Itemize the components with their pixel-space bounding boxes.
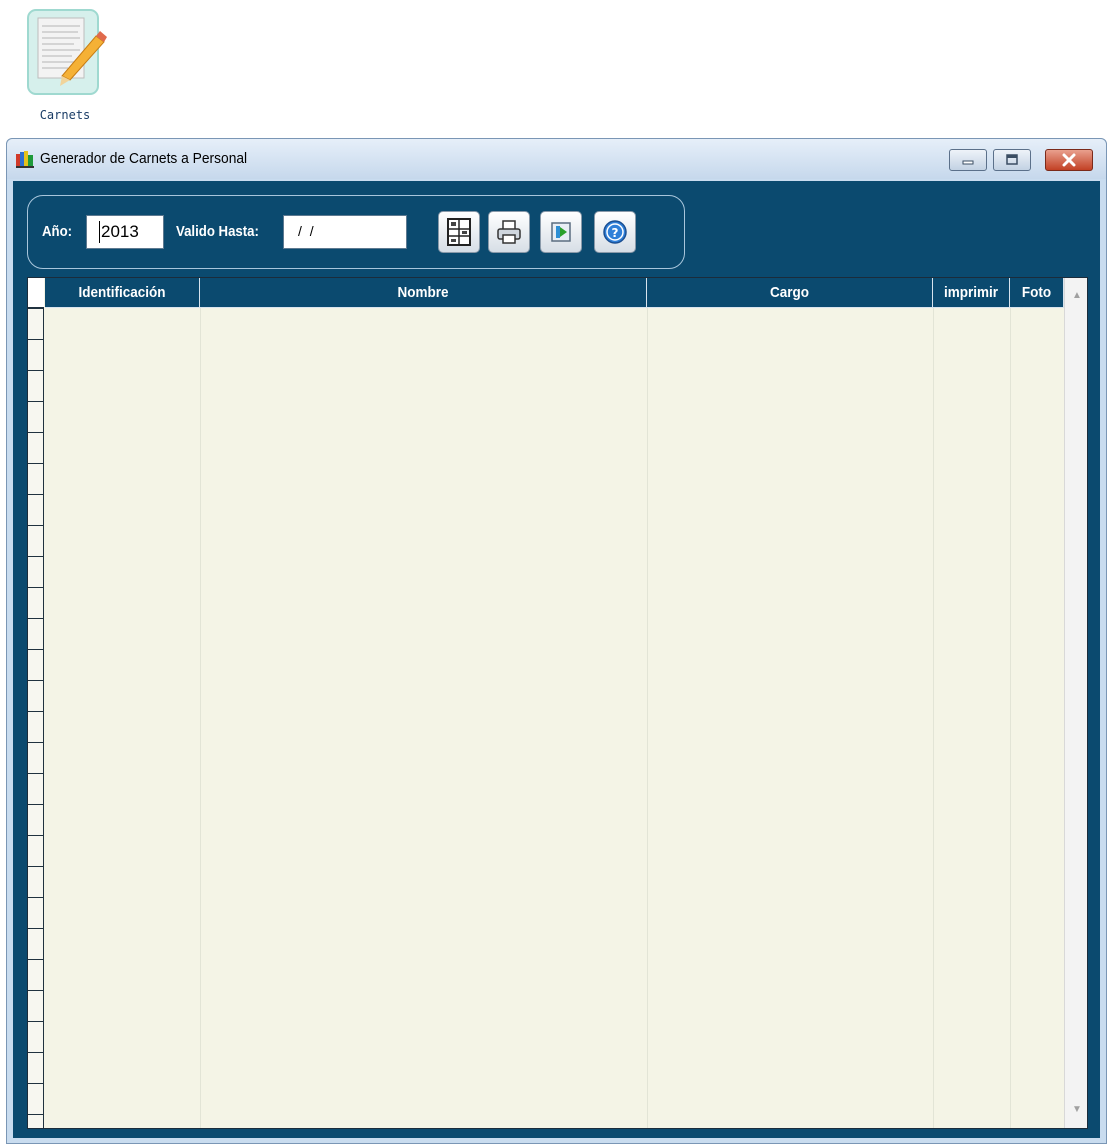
row-selector[interactable]	[28, 835, 44, 836]
client-area: Año: 2013 Valido Hasta: / / ? Identifica…	[13, 181, 1100, 1138]
column-header-label: Foto	[1021, 284, 1052, 301]
valid-until-value: / /	[298, 223, 316, 239]
row-selector[interactable]	[28, 773, 44, 774]
column-divider	[933, 308, 934, 1128]
row-selector[interactable]	[28, 711, 44, 712]
row-selector[interactable]	[28, 1021, 44, 1022]
year-value: 2013	[101, 222, 139, 241]
row-selector[interactable]	[28, 990, 44, 991]
minimize-button[interactable]	[949, 149, 987, 171]
close-button[interactable]	[1045, 149, 1093, 171]
row-selector[interactable]	[28, 1083, 44, 1084]
valid-until-input[interactable]: / /	[283, 215, 407, 249]
grid-corner-cell[interactable]	[28, 278, 44, 308]
title-bar[interactable]: Generador de Carnets a Personal	[7, 139, 1106, 179]
row-selector[interactable]	[28, 1114, 44, 1115]
column-header-identificacion[interactable]: Identificación	[45, 278, 200, 308]
print-button[interactable]	[488, 211, 530, 253]
row-selector[interactable]	[28, 587, 44, 588]
minimize-icon	[962, 160, 974, 165]
row-selector[interactable]	[28, 308, 44, 309]
row-selector[interactable]	[28, 401, 44, 402]
maximize-button[interactable]	[993, 149, 1031, 171]
column-divider	[200, 308, 201, 1128]
column-divider	[647, 308, 648, 1128]
svg-text:?: ?	[612, 226, 619, 240]
window-title: Generador de Carnets a Personal	[40, 150, 248, 167]
row-selector[interactable]	[28, 339, 44, 340]
desktop-icon-label: Carnets	[39, 108, 91, 122]
row-header-column[interactable]	[28, 278, 44, 1128]
help-button[interactable]: ?	[594, 211, 636, 253]
vertical-scrollbar[interactable]: ▲ ▼	[1064, 278, 1087, 1128]
text-caret	[99, 221, 100, 243]
year-input[interactable]: 2013	[86, 215, 164, 249]
column-header-label: Identificación	[78, 284, 166, 301]
row-selector[interactable]	[28, 1052, 44, 1053]
row-selector[interactable]	[28, 556, 44, 557]
row-selector[interactable]	[28, 432, 44, 433]
row-selector[interactable]	[28, 370, 44, 371]
column-header-label: imprimir	[943, 284, 998, 301]
column-header-foto[interactable]: Foto	[1010, 278, 1064, 308]
app-window: Generador de Carnets a Personal Año: 201…	[6, 138, 1107, 1144]
books-icon	[16, 151, 34, 168]
close-icon	[1062, 153, 1076, 167]
row-selector[interactable]	[28, 525, 44, 526]
export-button[interactable]	[540, 211, 582, 253]
row-selector[interactable]	[28, 494, 44, 495]
column-header-cargo[interactable]: Cargo	[647, 278, 933, 308]
print-icon	[497, 220, 521, 244]
maximize-icon	[1006, 154, 1018, 165]
row-selector[interactable]	[28, 742, 44, 743]
row-selector[interactable]	[28, 649, 44, 650]
column-header-nombre[interactable]: Nombre	[200, 278, 647, 308]
row-selector[interactable]	[28, 463, 44, 464]
row-selector[interactable]	[28, 680, 44, 681]
year-label: Año:	[42, 223, 73, 240]
scroll-down-icon[interactable]: ▼	[1065, 1098, 1087, 1120]
column-header-label: Nombre	[397, 284, 449, 301]
form-icon	[447, 218, 471, 246]
notepad-pencil-icon	[27, 9, 107, 95]
row-selector[interactable]	[28, 959, 44, 960]
row-selector[interactable]	[28, 928, 44, 929]
row-selector[interactable]	[28, 804, 44, 805]
column-header-label: Cargo	[769, 284, 810, 301]
help-icon: ?	[603, 220, 627, 244]
valid-until-label: Valido Hasta:	[176, 223, 259, 240]
toolbar-frame: Año: 2013 Valido Hasta: / / ?	[27, 195, 685, 269]
column-divider	[1010, 308, 1011, 1128]
column-header-imprimir[interactable]: imprimir	[933, 278, 1010, 308]
personnel-grid[interactable]: Identificación Nombre Cargo imprimir Fot…	[27, 277, 1088, 1129]
form-button[interactable]	[438, 211, 480, 253]
scroll-up-icon[interactable]: ▲	[1065, 284, 1087, 306]
export-icon	[551, 222, 571, 242]
desktop-icon-carnets[interactable]: Carnets	[20, 6, 107, 124]
row-selector[interactable]	[28, 897, 44, 898]
row-selector[interactable]	[28, 866, 44, 867]
row-selector[interactable]	[28, 618, 44, 619]
